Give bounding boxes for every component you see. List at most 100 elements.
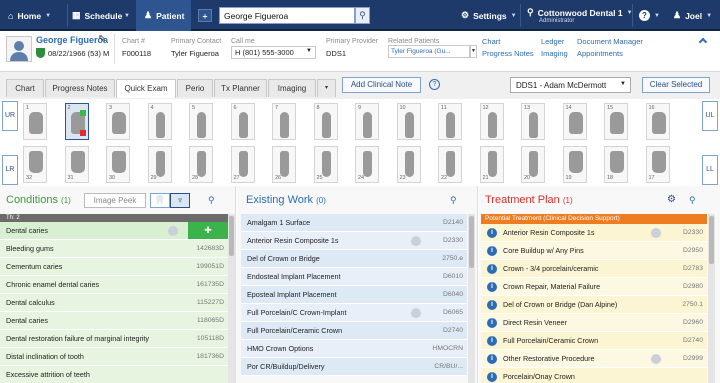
condition-row[interactable]: Dental restoration failure of marginal i…	[0, 330, 228, 348]
treatment-row[interactable]: i Anterior Resin Composite 1s D2330	[481, 224, 707, 242]
tooth-10[interactable]: 10	[396, 103, 421, 140]
existing-work-row[interactable]: HMO Crown Options HMOCRN	[241, 340, 467, 358]
tooth-26[interactable]: 26	[272, 146, 296, 183]
search-icon[interactable]: ⚲	[689, 195, 696, 206]
help-icon[interactable]: ?	[429, 79, 440, 90]
info-icon[interactable]: i	[487, 228, 497, 238]
tooth-19[interactable]: 19	[562, 146, 587, 183]
treatment-row[interactable]: i Del of Crown or Bridge (Dan Alpine) 2750…	[481, 296, 707, 314]
tooth-24[interactable]: 24	[355, 146, 379, 183]
tooth-32[interactable]: 32	[23, 146, 47, 183]
patient-search-icon[interactable]: ⚲	[355, 7, 370, 24]
tooth-27[interactable]: 27	[230, 146, 255, 183]
info-icon[interactable]: i	[487, 354, 497, 364]
info-icon[interactable]: i	[487, 336, 497, 346]
nav-settings[interactable]: ⚙ Settings ▼	[461, 0, 517, 31]
image-peek-button[interactable]: Image Peek	[84, 193, 146, 208]
quadrant-ur-button[interactable]: UR	[2, 101, 18, 131]
existing-work-row[interactable]: Endosteal Implant Placement D6010	[241, 268, 467, 286]
condition-row[interactable]: Bleeding gums 142683D	[0, 240, 228, 258]
existing-work-row[interactable]: Del of Crown or Bridge 2750.e	[241, 250, 467, 268]
nav-patient[interactable]: ♟ Patient	[136, 0, 191, 31]
treatment-row[interactable]: i Core Buildup w/ Any Pins D2950	[481, 242, 707, 260]
tooth-5[interactable]: 5	[189, 103, 213, 140]
info-icon[interactable]: i	[487, 282, 497, 292]
tooth-2[interactable]: 2	[64, 103, 89, 140]
tooth-18[interactable]: 18	[604, 146, 628, 183]
link-chart[interactable]: Chart	[482, 37, 500, 46]
tooth-13[interactable]: 13	[521, 103, 545, 140]
treatment-row[interactable]: i Full Porcelain/Ceramic Crown D2740	[481, 332, 707, 350]
link-ledger[interactable]: Ledger	[541, 37, 564, 46]
nav-schedule[interactable]: ▦ Schedule	[72, 0, 122, 31]
tooth-11[interactable]: 11	[438, 103, 462, 140]
add-patient-button[interactable]: +	[198, 9, 212, 22]
tab-imaging[interactable]: Imaging	[268, 79, 316, 97]
scrollbar-thumb[interactable]	[229, 216, 234, 256]
patient-search-input[interactable]: George Figueroa	[219, 7, 355, 24]
condition-row[interactable]: Dental caries 118065D	[0, 312, 228, 330]
treatment-row[interactable]: i Crown Repair, Material Failure D2980	[481, 278, 707, 296]
tooth-3[interactable]: 3	[106, 103, 130, 140]
call-me-select[interactable]: H (801) 555-3000 ▼	[231, 46, 316, 59]
tab-perio[interactable]: Perio	[177, 79, 213, 97]
condition-row[interactable]: Cementum caries 199051D	[0, 258, 228, 276]
search-icon[interactable]: ⚲	[208, 195, 215, 206]
link-progress-notes[interactable]: Progress Notes	[482, 49, 534, 58]
quadrant-lr-button[interactable]: LR	[2, 155, 18, 185]
avatar[interactable]	[6, 36, 32, 62]
tooth-6[interactable]: 6	[230, 103, 255, 140]
nav-location[interactable]: ⚲ Cottonwood Dental 1 ▼ Administrator	[527, 0, 633, 31]
tab-more[interactable]: ▾	[317, 79, 336, 97]
chevron-down-icon[interactable]: ▼	[470, 45, 477, 58]
info-icon[interactable]: i	[487, 372, 497, 382]
existing-work-row[interactable]: Full Porcelain/Ceramic Crown D2740	[241, 322, 467, 340]
condition-row[interactable]: Excessive attrition of teeth	[0, 366, 228, 383]
chevron-down-icon[interactable]: ▼	[45, 13, 51, 19]
existing-work-row[interactable]: Anterior Resin Composite 1s D2330	[241, 232, 467, 250]
nav-home[interactable]: ⌂ Home ▼	[8, 0, 51, 31]
tooth-21[interactable]: 21	[479, 146, 504, 183]
settings-gear-icon[interactable]: ⚙	[667, 194, 676, 205]
tooth-16[interactable]: 16	[645, 103, 670, 140]
tooth-9[interactable]: 9	[355, 103, 379, 140]
tooth-17[interactable]: 17	[645, 146, 670, 183]
tooth-12[interactable]: 12	[479, 103, 504, 140]
treatment-scrollbar[interactable]	[708, 214, 715, 383]
quadrant-ul-button[interactable]: UL	[702, 101, 718, 131]
condition-row[interactable]: Dental caries ✚	[0, 222, 228, 240]
tooth-15[interactable]: 15	[604, 103, 628, 140]
tab-tx-planner[interactable]: Tx Planner	[214, 79, 267, 97]
tooth-1[interactable]: 1	[23, 103, 47, 140]
tooth-30[interactable]: 30	[106, 146, 130, 183]
link-appointments[interactable]: Appointments	[577, 49, 623, 58]
scrollbar-thumb[interactable]	[709, 216, 714, 264]
tooth-31[interactable]: 31	[64, 146, 89, 183]
tooth-29[interactable]: 29	[147, 146, 172, 183]
tab-progress-notes[interactable]: Progress Notes	[45, 79, 115, 97]
search-icon[interactable]: ⚲	[450, 195, 457, 206]
scrollbar-thumb[interactable]	[469, 216, 474, 268]
provider-select[interactable]: DDS1 - Adam McDermott ▼	[510, 77, 631, 93]
condition-row[interactable]: Chronic enamel dental caries 161735D	[0, 276, 228, 294]
treatment-row[interactable]: i Crown - 3/4 porcelain/ceramic D2783	[481, 260, 707, 278]
schedule-dropdown[interactable]: ▼	[120, 0, 130, 31]
existing-work-row[interactable]: Amalgam 1 Surface D2140	[241, 214, 467, 232]
info-icon[interactable]: i	[487, 300, 497, 310]
condition-row[interactable]: Dental calculus 115227D	[0, 294, 228, 312]
nav-help[interactable]: ? ▼	[639, 0, 660, 31]
treatment-row[interactable]: i Direct Resin Veneer D2960	[481, 314, 707, 332]
tooth-25[interactable]: 25	[313, 146, 338, 183]
tooth-8[interactable]: 8	[313, 103, 338, 140]
link-document-manager[interactable]: Document Manager	[577, 37, 643, 46]
existing-work-row[interactable]: Eposteal Implant Placement D6040	[241, 286, 467, 304]
clear-selected-button[interactable]: Clear Selected	[642, 77, 710, 93]
info-icon[interactable]: i	[487, 264, 497, 274]
tooth-14[interactable]: 14	[562, 103, 587, 140]
nav-user[interactable]: ♟ Joel ▼	[673, 0, 712, 31]
existing-scrollbar[interactable]	[468, 214, 475, 383]
conditions-scrollbar[interactable]	[228, 214, 235, 383]
treatment-row[interactable]: i Other Restorative Procedure D2999	[481, 350, 707, 368]
tooth-28[interactable]: 28	[189, 146, 213, 183]
related-patients-select[interactable]: Tyler Figueroa (Gu...	[388, 45, 470, 58]
